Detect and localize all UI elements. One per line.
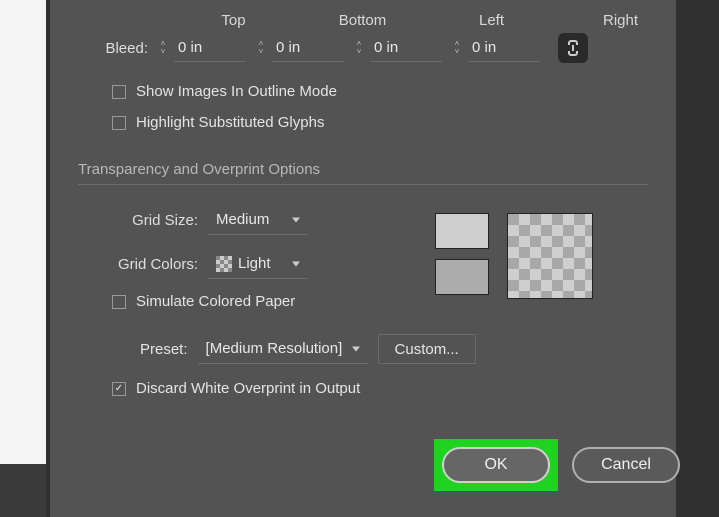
bleed-top-input[interactable]: [174, 34, 246, 62]
show-images-label: Show Images In Outline Mode: [136, 83, 337, 100]
bleed-bottom-stepper[interactable]: ˄˅: [254, 34, 344, 62]
stepper-arrows-icon[interactable]: ˄˅: [254, 34, 268, 62]
bleed-label: Bleed:: [78, 40, 148, 57]
header-right: Right: [593, 12, 648, 29]
simulate-paper-label: Simulate Colored Paper: [136, 293, 295, 310]
dialog-buttons: OK Cancel: [434, 439, 680, 491]
discard-white-row: Discard White Overprint in Output: [112, 380, 648, 397]
header-top: Top: [206, 12, 261, 29]
discard-white-label: Discard White Overprint in Output: [136, 380, 360, 397]
app-background: Top Bottom Left Right Bleed: ˄˅ ˄˅ ˄˅ ˄˅: [0, 0, 719, 517]
header-bottom: Bottom: [335, 12, 390, 29]
bleed-right-input[interactable]: [468, 34, 540, 62]
link-values-button[interactable]: [558, 33, 588, 63]
preset-label: Preset:: [140, 341, 188, 358]
transparency-grid-preview: [507, 213, 593, 299]
document-setup-dialog: Top Bottom Left Right Bleed: ˄˅ ˄˅ ˄˅ ˄˅: [50, 0, 676, 517]
cancel-button[interactable]: Cancel: [572, 447, 680, 483]
stepper-arrows-icon[interactable]: ˄˅: [450, 34, 464, 62]
document-edge: [0, 0, 46, 464]
ok-button[interactable]: OK: [442, 447, 550, 483]
link-icon: [566, 39, 580, 57]
highlight-glyphs-label: Highlight Substituted Glyphs: [136, 114, 324, 131]
bleed-top-stepper[interactable]: ˄˅: [156, 34, 246, 62]
divider: [78, 184, 648, 185]
checker-swatch-icon: [216, 256, 232, 272]
stepper-arrows-icon[interactable]: ˄˅: [352, 34, 366, 62]
show-images-checkbox[interactable]: [112, 85, 126, 99]
transparency-section-title: Transparency and Overprint Options: [78, 161, 648, 178]
color-swatch-light[interactable]: [435, 213, 489, 249]
bleed-left-input[interactable]: [370, 34, 442, 62]
transparency-preview: [435, 213, 593, 299]
highlight-glyphs-row: Highlight Substituted Glyphs: [112, 114, 648, 131]
bleed-headers: Top Bottom Left Right: [206, 12, 648, 29]
bleed-row: Bleed: ˄˅ ˄˅ ˄˅ ˄˅: [78, 33, 648, 63]
grid-colors-label: Grid Colors:: [78, 256, 198, 273]
grid-size-dropdown[interactable]: Medium: [208, 205, 308, 235]
custom-button[interactable]: Custom...: [378, 334, 476, 364]
ok-highlight: OK: [434, 439, 558, 491]
discard-white-checkbox[interactable]: [112, 382, 126, 396]
stepper-arrows-icon[interactable]: ˄˅: [156, 34, 170, 62]
preset-row: Preset: [Medium Resolution] Custom...: [140, 334, 648, 364]
canvas-area: [0, 464, 46, 517]
header-left: Left: [464, 12, 519, 29]
grid-colors-dropdown[interactable]: Light: [208, 249, 308, 279]
show-images-row: Show Images In Outline Mode: [112, 83, 648, 100]
color-swatch-dark[interactable]: [435, 259, 489, 295]
simulate-paper-checkbox[interactable]: [112, 295, 126, 309]
grid-size-label: Grid Size:: [78, 212, 198, 229]
bleed-bottom-input[interactable]: [272, 34, 344, 62]
bleed-left-stepper[interactable]: ˄˅: [352, 34, 442, 62]
preset-dropdown[interactable]: [Medium Resolution]: [198, 334, 368, 364]
bleed-right-stepper[interactable]: ˄˅: [450, 34, 540, 62]
highlight-glyphs-checkbox[interactable]: [112, 116, 126, 130]
